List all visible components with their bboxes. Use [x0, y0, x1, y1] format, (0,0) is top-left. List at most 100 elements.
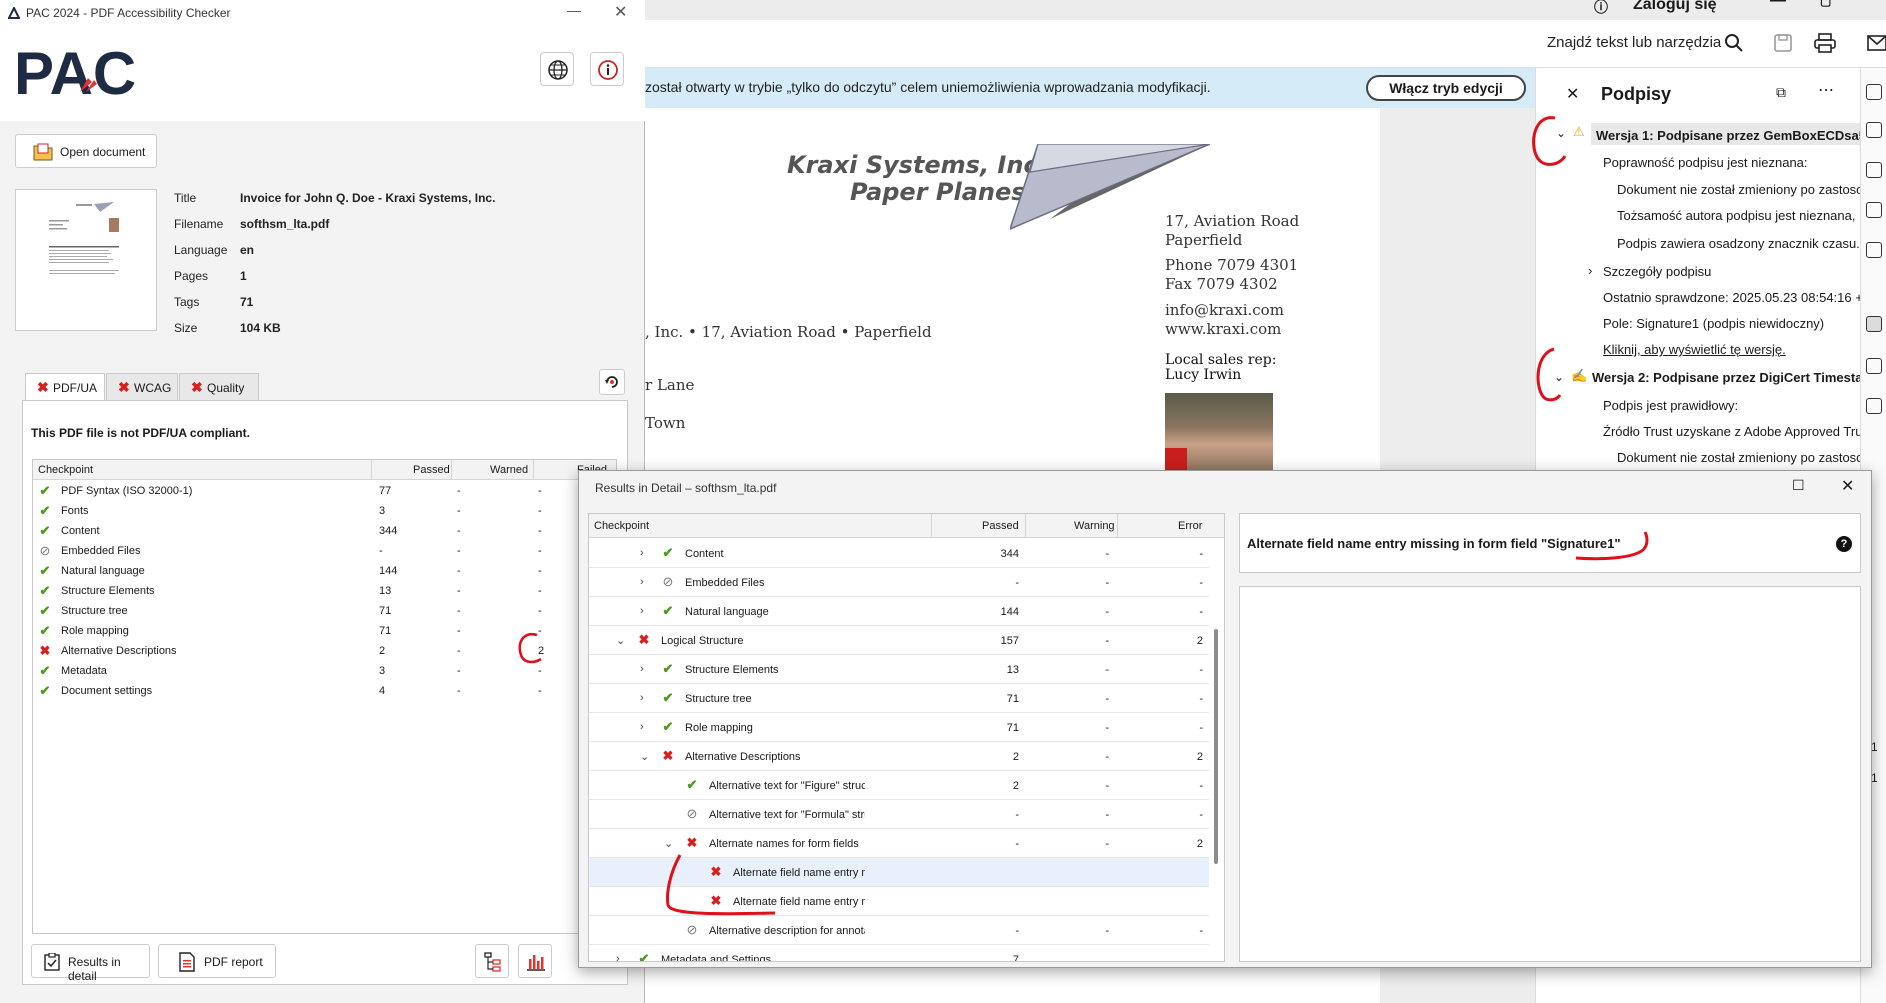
bookmark-icon[interactable]: [1866, 122, 1882, 138]
tree-row[interactable]: › ✔ Metadata and Settings 7: [589, 945, 1209, 962]
summary-row[interactable]: ⊘ Embedded Files - - -: [33, 541, 616, 561]
minimize-icon[interactable]: —: [1770, 0, 1786, 10]
enable-edit-button[interactable]: Włącz tryb edycji: [1366, 75, 1526, 101]
structure-tree-button[interactable]: [475, 944, 509, 978]
info-button[interactable]: [590, 52, 624, 86]
refresh-button[interactable]: [599, 369, 625, 395]
print-icon[interactable]: [1814, 33, 1836, 53]
chevron-down-icon[interactable]: ⌄: [640, 750, 649, 763]
tree-row[interactable]: ⌄ ✖ Alternate names for form fields - - 2: [589, 829, 1209, 858]
tree-row[interactable]: ✖ Alternate field name entry missing in..…: [589, 858, 1209, 887]
summary-row[interactable]: ✔ Structure Elements 13 - -: [33, 581, 616, 601]
tree-row-name: Embedded Files: [685, 577, 765, 589]
tree-row[interactable]: ⊘ Alternative description for annotations…: [589, 916, 1209, 945]
col-checkpoint[interactable]: Checkpoint: [594, 520, 649, 532]
tree-row[interactable]: › ⊘ Embedded Files - - -: [589, 568, 1209, 597]
expand-chevron-v1[interactable]: ⌄: [1556, 126, 1566, 140]
search-icon[interactable]: [1724, 33, 1744, 53]
chevron-right-icon[interactable]: ›: [640, 692, 644, 704]
find-tool-label[interactable]: Znajdź tekst lub narzędzia: [1547, 34, 1721, 51]
language-button[interactable]: [540, 52, 574, 86]
meta-pages-value: 1: [240, 269, 247, 283]
summary-row[interactable]: ✔ Structure tree 71 - -: [33, 601, 616, 621]
tree-row[interactable]: › ✔ Role mapping 71 - -: [589, 713, 1209, 742]
tags-icon[interactable]: [1866, 358, 1882, 374]
meta-filename-value: softhsm_lta.pdf: [240, 217, 330, 231]
tree-scrollbar[interactable]: [1214, 629, 1218, 864]
tab-wcag[interactable]: ✖ WCAG: [106, 373, 178, 400]
chevron-right-icon[interactable]: ›: [640, 576, 644, 588]
expand-chevron-v2[interactable]: ⌄: [1554, 370, 1564, 384]
tree-row[interactable]: › ✔ Structure Elements 13 - -: [589, 655, 1209, 684]
summary-row[interactable]: ✔ Natural language 144 - -: [33, 561, 616, 581]
tab-wcag-label: WCAG: [134, 381, 172, 395]
restore-icon[interactable]: ▢: [1820, 0, 1831, 8]
accessibility-icon[interactable]: [1866, 398, 1882, 414]
document-thumbnail[interactable]: [15, 189, 157, 331]
layers-icon[interactable]: [1866, 242, 1882, 258]
statistics-button[interactable]: [518, 944, 552, 978]
tree-row-name: Alternative Descriptions: [685, 751, 801, 763]
maximize-icon[interactable]: ☐: [1792, 477, 1805, 494]
summary-row[interactable]: ✔ Content 344 - -: [33, 521, 616, 541]
help-icon[interactable]: ⓘ: [1594, 0, 1608, 17]
fail-icon: ✖: [118, 379, 130, 395]
tab-quality[interactable]: ✖ Quality: [179, 373, 259, 400]
tree-row[interactable]: › ✔ Structure tree 71 - -: [589, 684, 1209, 713]
comment-icon[interactable]: [1866, 84, 1882, 100]
row-passed: 2: [379, 645, 386, 657]
col-warned[interactable]: Warned: [490, 464, 528, 476]
v1-view-link[interactable]: Kliknij, aby wyświetlić tę wersję.: [1603, 342, 1786, 357]
tree-row[interactable]: ⌄ ✖ Logical Structure 157 - 2: [589, 626, 1209, 655]
close-icon[interactable]: ✕: [614, 2, 627, 22]
row-name: Embedded Files: [61, 545, 141, 557]
chevron-right-icon[interactable]: ›: [640, 721, 644, 733]
chevron-down-icon[interactable]: ⌄: [616, 634, 625, 647]
tab-pdfua[interactable]: ✖ PDF/UA: [25, 373, 105, 401]
chevron-right-icon[interactable]: ›: [640, 547, 644, 559]
login-link[interactable]: Zaloguj się: [1633, 0, 1717, 14]
tree-row[interactable]: ✔ Alternative text for "Figure" structure…: [589, 771, 1209, 800]
summary-row[interactable]: ✔ Document settings 4 - -: [33, 681, 616, 701]
col-passed[interactable]: Passed: [413, 464, 450, 476]
pdf-report-button[interactable]: PDF report: [158, 944, 276, 978]
minimize-icon[interactable]: —: [567, 2, 581, 18]
chevron-right-icon[interactable]: ›: [640, 663, 644, 675]
pages-icon[interactable]: [1866, 162, 1882, 178]
tree-row[interactable]: › ✔ Content 344 - -: [589, 539, 1209, 568]
read-only-banner: został otwarty w trybie „tylko do odczyt…: [645, 68, 1535, 108]
col-passed[interactable]: Passed: [982, 520, 1019, 532]
attachment-icon[interactable]: [1866, 202, 1882, 218]
signature-details-link[interactable]: Szczegóły podpisu: [1603, 264, 1711, 279]
more-icon[interactable]: ⋯: [1818, 80, 1834, 100]
summary-row[interactable]: ✔ Fonts 3 - -: [33, 501, 616, 521]
check-icon: ✔: [686, 777, 698, 792]
tree-row[interactable]: › ✔ Natural language 144 - -: [589, 597, 1209, 626]
open-document-button[interactable]: Open document: [15, 134, 157, 168]
signature-version-2[interactable]: Wersja 2: Podpisane przez DigiCert Times…: [1592, 370, 1874, 385]
chevron-right-icon[interactable]: ›: [1588, 263, 1592, 278]
chevron-down-icon[interactable]: ⌄: [664, 837, 673, 850]
summary-row[interactable]: ✔ Metadata 3 - -: [33, 661, 616, 681]
results-in-detail-button[interactable]: Results in detail: [31, 944, 150, 983]
tree-row[interactable]: ⌄ ✖ Alternative Descriptions 2 - 2: [589, 742, 1209, 771]
signature-version-1[interactable]: Wersja 1: Podpisane przez GemBoxECDsa52: [1596, 128, 1873, 143]
col-warning[interactable]: Warning: [1074, 520, 1115, 532]
col-error[interactable]: Error: [1178, 520, 1202, 532]
chevron-right-icon[interactable]: ›: [640, 605, 644, 617]
summary-row[interactable]: ✔ Role mapping 71 - -: [33, 621, 616, 641]
chevron-right-icon[interactable]: ›: [616, 953, 620, 961]
tree-row[interactable]: ⊘ Alternative text for "Formula" structur…: [589, 800, 1209, 829]
tab-quality-label: Quality: [207, 381, 245, 395]
summary-row[interactable]: ✔ PDF Syntax (ISO 32000-1) 77 - -: [33, 481, 616, 501]
col-checkpoint[interactable]: Checkpoint: [38, 464, 93, 476]
close-icon[interactable]: ✕: [1566, 84, 1579, 104]
save-icon[interactable]: [1773, 33, 1793, 53]
tree-row[interactable]: ✖ Alternate field name entry missing in..…: [589, 887, 1209, 916]
mail-icon[interactable]: [1867, 34, 1886, 52]
signature-panel-icon[interactable]: [1866, 316, 1882, 332]
help-icon[interactable]: ?: [1836, 536, 1852, 552]
panel-options-icon[interactable]: ⧉: [1776, 84, 1786, 101]
close-icon[interactable]: ✕: [1841, 476, 1854, 496]
summary-row[interactable]: ✖ Alternative Descriptions 2 - 2: [33, 641, 616, 661]
